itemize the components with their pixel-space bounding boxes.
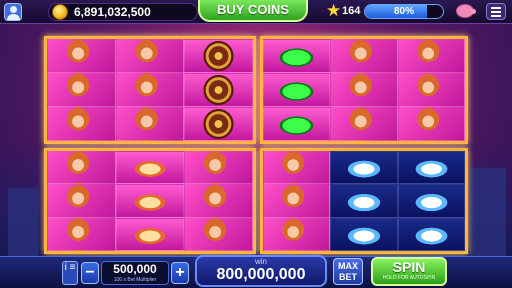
girl-symbol xyxy=(263,184,331,218)
girl-symbol xyxy=(47,217,116,251)
yacht-symbol xyxy=(330,151,398,185)
girl-symbol xyxy=(397,73,465,107)
roulette-symbol xyxy=(184,107,253,141)
reel xyxy=(47,39,116,141)
win-label: win xyxy=(254,257,267,266)
girl-symbol xyxy=(397,39,465,73)
yacht-symbol xyxy=(330,217,398,251)
girl-symbol xyxy=(184,184,253,218)
girl-symbol xyxy=(330,39,398,73)
roulette-symbol xyxy=(184,39,253,73)
plane-symbol xyxy=(115,217,185,251)
girl-symbol xyxy=(263,151,331,185)
bottom-left-machine[interactable] xyxy=(44,148,256,254)
win-value: 800,000,000 xyxy=(216,266,306,283)
top-left-machine[interactable] xyxy=(44,36,256,144)
reel xyxy=(397,151,465,251)
star-icon: ★ xyxy=(326,1,342,20)
reel xyxy=(47,151,116,251)
menu-button[interactable] xyxy=(486,3,506,20)
reel xyxy=(263,39,331,141)
girl-symbol xyxy=(47,39,116,73)
plane-symbol xyxy=(115,184,185,218)
building-silhouette xyxy=(470,168,506,258)
top-bar: 6,891,032,500 BUY COINS ★ 164 80% xyxy=(0,0,512,24)
buy-coins-button[interactable]: BUY COINS xyxy=(198,0,308,22)
girl-symbol xyxy=(115,107,185,141)
girl-symbol xyxy=(47,184,116,218)
coin-icon xyxy=(52,4,68,20)
avatar[interactable] xyxy=(4,3,22,21)
reel xyxy=(115,151,185,251)
girl-symbol xyxy=(47,73,116,107)
car-symbol xyxy=(263,73,331,107)
max-bet-button[interactable]: MAX BET xyxy=(333,258,363,285)
building-silhouette xyxy=(8,188,38,258)
reel xyxy=(184,39,253,141)
player-level: 164 xyxy=(342,5,361,17)
bet-multiplier-note: 100 x Bet Multiplier xyxy=(113,277,157,283)
yacht-symbol xyxy=(397,151,465,185)
roulette-symbol xyxy=(184,73,253,107)
piggy-bank-icon[interactable] xyxy=(456,4,476,18)
reel xyxy=(397,39,465,141)
plane-symbol xyxy=(115,151,185,185)
car-symbol xyxy=(263,107,331,141)
spin-button[interactable]: SPIN HOLD FOR AUTOSPIN xyxy=(371,257,447,286)
reel xyxy=(330,151,398,251)
coin-balance: 6,891,032,500 xyxy=(74,5,151,19)
yacht-symbol xyxy=(397,217,465,251)
girl-symbol xyxy=(330,73,398,107)
reel xyxy=(184,151,253,251)
decrease-bet-button[interactable]: − xyxy=(81,262,99,284)
girl-symbol xyxy=(184,217,253,251)
bet-display: 500,000 100 x Bet Multiplier xyxy=(101,261,169,285)
xp-percent: 80% xyxy=(393,6,414,17)
girl-symbol xyxy=(115,73,185,107)
car-symbol xyxy=(263,39,331,73)
girl-symbol xyxy=(330,107,398,141)
top-right-machine[interactable] xyxy=(260,36,468,144)
increase-bet-button[interactable]: + xyxy=(171,262,189,284)
reel xyxy=(330,39,398,141)
girl-symbol xyxy=(184,151,253,185)
girl-symbol xyxy=(115,39,185,73)
bet-value: 500,000 xyxy=(113,262,157,276)
reel xyxy=(263,151,331,251)
yacht-symbol xyxy=(330,184,398,218)
yacht-symbol xyxy=(397,184,465,218)
girl-symbol xyxy=(47,107,116,141)
autospin-note: HOLD FOR AUTOSPIN xyxy=(382,275,436,281)
girl-symbol xyxy=(263,217,331,251)
girl-symbol xyxy=(47,151,116,185)
spin-label: SPIN xyxy=(392,259,426,275)
bottom-right-machine[interactable] xyxy=(260,148,468,254)
xp-progress-bar: 80% xyxy=(364,4,444,19)
paytable-info-button[interactable]: i ≡ xyxy=(62,261,78,285)
reel xyxy=(115,39,185,141)
win-display: win 800,000,000 xyxy=(195,255,327,287)
girl-symbol xyxy=(397,107,465,141)
